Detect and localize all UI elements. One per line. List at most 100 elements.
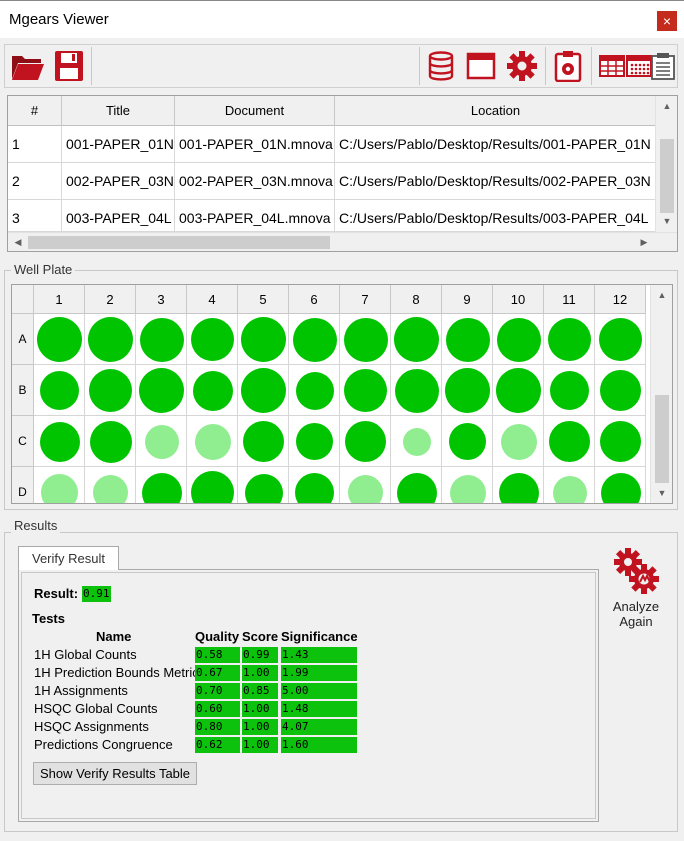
plate-well-cell[interactable] [442, 365, 493, 416]
well-indicator [193, 371, 233, 411]
plate-well-cell[interactable] [34, 416, 85, 467]
plate-well-cell[interactable] [544, 365, 595, 416]
clipboard-settings-button[interactable] [550, 48, 586, 84]
scroll-thumb[interactable] [28, 236, 330, 249]
scroll-down-arrow-icon[interactable]: ▼ [654, 485, 670, 501]
plate-well-cell[interactable] [493, 314, 544, 365]
scroll-thumb[interactable] [655, 395, 669, 483]
plate-well-cell[interactable] [85, 416, 136, 467]
table-row[interactable]: 2 002-PAPER_03N 002-PAPER_03N.mnova C:/U… [8, 163, 656, 200]
plate-row-header: B [12, 365, 34, 416]
test-score: 0.99 [242, 647, 278, 663]
plate-well-cell[interactable] [238, 467, 289, 503]
plate-well-cell[interactable] [340, 467, 391, 503]
well-indicator [449, 423, 486, 460]
scroll-right-arrow-icon[interactable]: ▶ [636, 234, 652, 250]
tab-verify-result[interactable]: Verify Result [18, 546, 119, 570]
table-row[interactable]: 3 003-PAPER_04L 003-PAPER_04L.mnova C:/U… [8, 200, 656, 237]
window-button[interactable] [463, 48, 499, 84]
plate-well-cell[interactable] [289, 365, 340, 416]
plate-well-cell[interactable] [391, 416, 442, 467]
plate-well-cell[interactable] [136, 314, 187, 365]
plate-well-cell[interactable] [544, 467, 595, 503]
plate-well-cell[interactable] [85, 365, 136, 416]
plate-well-cell[interactable] [340, 365, 391, 416]
plate-well-cell[interactable] [34, 314, 85, 365]
plate-well-cell[interactable] [595, 314, 646, 365]
scroll-left-arrow-icon[interactable]: ◀ [10, 234, 26, 250]
well-indicator [395, 369, 439, 413]
table-row[interactable]: 1 001-PAPER_01N 001-PAPER_01N.mnova C:/U… [8, 126, 656, 163]
plate-well-cell[interactable] [391, 365, 442, 416]
plate-well-cell[interactable] [544, 314, 595, 365]
settings-button[interactable] [504, 48, 540, 84]
plate-well-cell[interactable] [34, 467, 85, 503]
plate-well-cell[interactable] [289, 314, 340, 365]
show-verify-results-table-button[interactable]: Show Verify Results Table [33, 762, 197, 785]
plate-well-cell[interactable] [34, 365, 85, 416]
well-indicator [553, 476, 587, 503]
plate-well-cell[interactable] [442, 467, 493, 503]
plate-well-cell[interactable] [187, 416, 238, 467]
column-header-title[interactable]: Title [62, 96, 175, 126]
database-icon [428, 51, 454, 81]
plate-well-cell[interactable] [595, 467, 646, 503]
well-indicator [497, 318, 541, 362]
test-quality: 0.58 [195, 647, 240, 663]
plate-well-cell[interactable] [187, 314, 238, 365]
plate-well-cell[interactable] [442, 314, 493, 365]
well-plate-label: Well Plate [11, 262, 76, 277]
window-icon [466, 52, 496, 80]
tests-header-quality: Quality [195, 629, 240, 644]
plate-well-cell[interactable] [136, 467, 187, 503]
plate-well-cell[interactable] [493, 365, 544, 416]
plate-well-cell[interactable] [136, 365, 187, 416]
plate-well-cell[interactable] [238, 314, 289, 365]
plate-well-cell[interactable] [442, 416, 493, 467]
title-bar: Mgears Viewer × [0, 0, 684, 38]
plate-well-cell[interactable] [289, 416, 340, 467]
plate-well-cell[interactable] [85, 467, 136, 503]
plate-well-cell[interactable] [544, 416, 595, 467]
plate-well-cell[interactable] [340, 314, 391, 365]
column-header-location[interactable]: Location [335, 96, 656, 126]
table-horizontal-scrollbar[interactable]: ◀ ▶ [8, 232, 677, 251]
close-button[interactable]: × [657, 11, 677, 31]
scroll-down-arrow-icon[interactable]: ▼ [659, 213, 675, 229]
plate-well-cell[interactable] [493, 467, 544, 503]
plate-well-cell[interactable] [340, 416, 391, 467]
plate-vertical-scrollbar[interactable]: ▲ ▼ [650, 285, 672, 503]
documents-table: # Title Document Location 1 001-PAPER_01… [7, 95, 678, 252]
plate-well-cell[interactable] [238, 416, 289, 467]
plate-well-cell[interactable] [493, 416, 544, 467]
database-button[interactable] [423, 48, 459, 84]
test-score: 1.00 [242, 665, 278, 681]
table-vertical-scrollbar[interactable]: ▲ ▼ [655, 96, 677, 232]
scroll-up-arrow-icon[interactable]: ▲ [654, 287, 670, 303]
plate-well-cell[interactable] [187, 365, 238, 416]
plate-well-cell[interactable] [187, 467, 238, 503]
row-document: 001-PAPER_01N.mnova [175, 126, 335, 163]
well-indicator [40, 422, 80, 462]
column-header-number[interactable]: # [8, 96, 62, 126]
plate-corner [12, 285, 34, 314]
list-report-icon [651, 53, 675, 80]
report-view-button[interactable] [645, 48, 681, 84]
plate-well-cell[interactable] [289, 467, 340, 503]
analyze-label-line2: Again [619, 614, 653, 629]
plate-well-cell[interactable] [595, 416, 646, 467]
scroll-thumb[interactable] [660, 139, 674, 213]
plate-well-cell[interactable] [85, 314, 136, 365]
column-header-document[interactable]: Document [175, 96, 335, 126]
plate-well-cell[interactable] [391, 467, 442, 503]
test-score: 0.85 [242, 683, 278, 699]
analyze-again-button[interactable]: Analyze Again [605, 546, 667, 629]
scroll-up-arrow-icon[interactable]: ▲ [659, 98, 675, 114]
save-icon [55, 51, 83, 81]
plate-well-cell[interactable] [391, 314, 442, 365]
plate-well-cell[interactable] [238, 365, 289, 416]
plate-well-cell[interactable] [595, 365, 646, 416]
open-folder-button[interactable] [10, 48, 46, 84]
plate-well-cell[interactable] [136, 416, 187, 467]
save-button[interactable] [51, 48, 87, 84]
